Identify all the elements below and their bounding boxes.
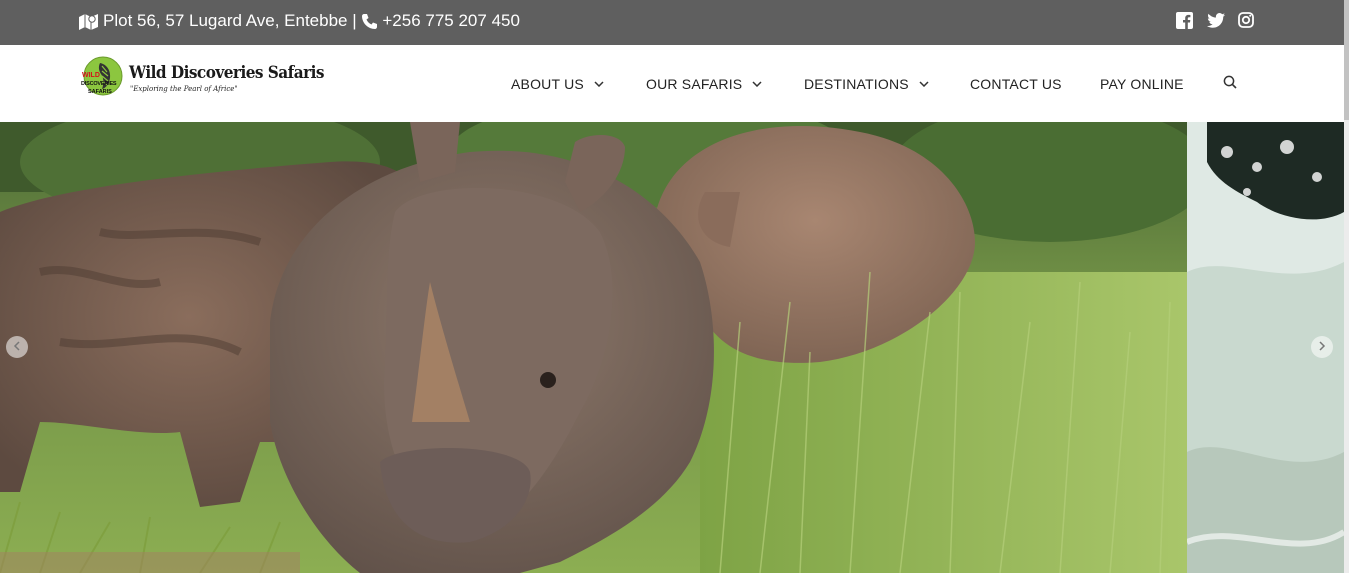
- social-links: [1176, 12, 1255, 29]
- nav-pay-online-label: PAY ONLINE: [1100, 75, 1184, 92]
- map-icon: [79, 13, 98, 30]
- logo-badge-icon: [83, 56, 123, 96]
- main-navigation: ABOUT US OUR SAFARIS DESTINATIONS CONTAC…: [511, 75, 1237, 92]
- nav-our-safaris[interactable]: OUR SAFARIS: [646, 76, 804, 92]
- phone-icon: [361, 13, 378, 30]
- chevron-down-icon: [919, 74, 929, 90]
- nav-our-safaris-label: OUR SAFARIS: [646, 75, 743, 92]
- address-text: Plot 56, 57 Lugard Ave, Entebbe: [103, 11, 348, 30]
- logo-badge-bottom: SAFARIS: [88, 89, 112, 95]
- nav-destinations[interactable]: DESTINATIONS: [804, 76, 970, 92]
- nav-about-us[interactable]: ABOUT US: [511, 76, 646, 92]
- phone-link[interactable]: +256 775 207 450: [382, 11, 520, 31]
- search-button[interactable]: [1223, 75, 1237, 92]
- nav-contact-us[interactable]: CONTACT US: [970, 76, 1100, 92]
- nav-contact-us-label: CONTACT US: [970, 75, 1062, 92]
- nav-pay-online[interactable]: PAY ONLINE: [1100, 76, 1223, 92]
- logo-badge-mid: DISCOVERIES: [81, 81, 117, 87]
- hero-slider: [0, 122, 1344, 573]
- site-header: WILD DISCOVERIES SAFARIS Wild Discoverie…: [0, 45, 1344, 122]
- nav-about-us-label: ABOUT US: [511, 75, 584, 92]
- hero-slide-rhinos-image: [0, 122, 1187, 573]
- brand-name: Wild Discoveries Safaris: [129, 63, 324, 83]
- facebook-icon[interactable]: [1176, 12, 1193, 29]
- site-logo[interactable]: WILD DISCOVERIES SAFARIS Wild Discoverie…: [80, 56, 324, 102]
- separator: |: [347, 11, 362, 30]
- slider-next-button[interactable]: [1311, 336, 1333, 358]
- instagram-icon[interactable]: [1238, 12, 1255, 29]
- twitter-icon[interactable]: [1207, 12, 1225, 29]
- contact-info: Plot 56, 57 Lugard Ave, Entebbe | +256 7…: [79, 11, 520, 31]
- page-scrollbar[interactable]: [1344, 0, 1349, 573]
- search-icon: [1223, 75, 1237, 92]
- brand-tagline: "Exploring the Pearl of Africe": [130, 85, 238, 93]
- chevron-right-icon: [1318, 338, 1326, 356]
- slider-prev-button[interactable]: [6, 336, 28, 358]
- chevron-left-icon: [13, 338, 21, 356]
- nav-destinations-label: DESTINATIONS: [804, 75, 909, 92]
- top-info-bar: Plot 56, 57 Lugard Ave, Entebbe | +256 7…: [0, 0, 1344, 45]
- chevron-down-icon: [594, 74, 604, 90]
- chevron-down-icon: [752, 74, 762, 90]
- logo-badge-top: WILD: [82, 72, 100, 79]
- scrollbar-thumb[interactable]: [1344, 0, 1349, 120]
